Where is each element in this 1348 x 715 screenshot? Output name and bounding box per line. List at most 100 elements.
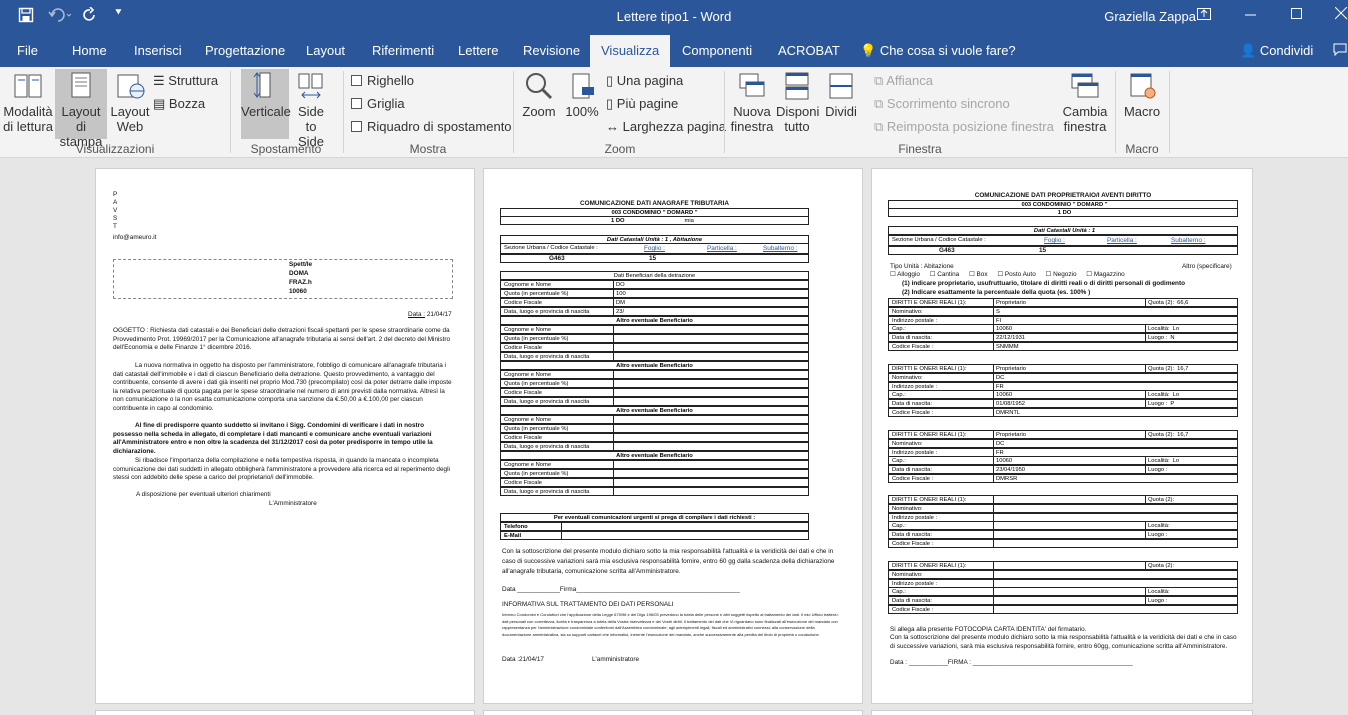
field-value[interactable] (613, 353, 616, 361)
user-name[interactable]: Graziella Zappa (1104, 9, 1196, 24)
close-icon[interactable] (1334, 6, 1348, 23)
web-layout-button[interactable]: Layout Web (108, 71, 152, 139)
tab-mailings[interactable]: Lettere (458, 43, 498, 58)
owner-field-value[interactable] (993, 522, 996, 531)
owner-field-value[interactable]: Proprietario (993, 365, 1026, 373)
owner-field-value[interactable]: 66,6 (1177, 300, 1188, 306)
page-1[interactable]: PAVST info@ameuro.it Spett/le DOMA FRAZ.… (95, 168, 475, 704)
type-option-negozio[interactable]: ☐ Negozio (1046, 271, 1077, 278)
owner-field-value[interactable]: 10060 (993, 457, 1012, 466)
owner-field-value[interactable]: 10060 (993, 391, 1012, 400)
tab-addins[interactable]: Componenti (682, 43, 752, 58)
type-option-alloggio[interactable]: ☐ Alloggio (890, 271, 920, 278)
owner-field-value[interactable]: Proprietario (993, 431, 1026, 439)
owner-field-value[interactable] (993, 606, 996, 614)
page-2[interactable]: COMUNICAZIONE DATI ANAGRAFE TRIBUTARIA 0… (483, 168, 863, 704)
one-page-button[interactable]: ▯ Una pagina (606, 73, 683, 89)
type-option-other[interactable]: Altro (specificare) (1182, 263, 1232, 272)
arrange-all-button[interactable]: Disponi tutto (776, 71, 819, 139)
owner-field-value[interactable] (993, 504, 996, 513)
owner-field-value[interactable]: S (993, 307, 1000, 316)
tab-home[interactable]: Home (72, 43, 107, 58)
owner-field-value[interactable]: Lo (1173, 458, 1179, 464)
owner-field-value[interactable] (993, 531, 996, 540)
share-button[interactable]: 👤 Condividi (1240, 43, 1313, 59)
owner-field-value[interactable]: SNMMM (993, 343, 1019, 351)
zoom-button[interactable]: Zoom (519, 71, 559, 139)
page-3[interactable]: COMUNICAZIONE DATI PROPRIETRAIO/I AVENTI… (871, 168, 1253, 704)
owner-field-value[interactable] (993, 579, 996, 588)
field-value[interactable] (613, 434, 616, 442)
owner-field-value[interactable] (993, 597, 996, 606)
field-value[interactable] (613, 389, 616, 397)
tab-view[interactable]: Visualizza (590, 35, 671, 67)
tab-insert[interactable]: Inserisci (134, 43, 182, 58)
side-to-side-button[interactable]: Side to Side (291, 71, 331, 149)
reset-window-button[interactable]: ⧉ Reimposta posizione finestra (874, 119, 1054, 135)
switch-windows-button[interactable]: Cambia finestra (1058, 71, 1112, 139)
zoom-100-button[interactable]: 100% (562, 71, 602, 139)
owner-field-value[interactable]: Proprietario (993, 299, 1026, 307)
type-option-box[interactable]: ☐ Box (969, 271, 988, 278)
document-area[interactable]: PAVST info@ameuro.it Spett/le DOMA FRAZ.… (0, 158, 1348, 715)
owner-field-value[interactable] (993, 540, 996, 548)
print-layout-button[interactable]: Layout di stampa (55, 69, 107, 149)
ruler-checkbox[interactable]: Righello (351, 73, 414, 88)
type-option-cantina[interactable]: ☐ Cantina (930, 271, 960, 278)
minimize-icon[interactable] (1245, 7, 1257, 23)
ribbon-display-options-icon[interactable] (1197, 7, 1211, 23)
read-mode-button[interactable]: Modalità di lettura (2, 71, 54, 139)
owner-field-value[interactable]: 22/12/1931 (993, 334, 1025, 343)
field-value[interactable]: 100 (613, 290, 626, 298)
macros-button[interactable]: Macro (1120, 71, 1164, 139)
type-option-magazzino[interactable]: ☐ Magazzino (1086, 271, 1124, 278)
comments-icon[interactable] (1333, 43, 1347, 59)
owner-field-value[interactable]: FR (993, 448, 1004, 457)
owner-field-value[interactable]: FI (993, 316, 1001, 325)
owner-field-value[interactable]: 16,7 (1177, 366, 1188, 372)
email-value[interactable] (561, 532, 564, 540)
tab-acrobat[interactable]: ACROBAT (778, 43, 840, 58)
outline-button[interactable]: ☰ Struttura (153, 73, 218, 89)
owner-field-value[interactable]: Lo (1173, 392, 1179, 398)
field-value[interactable] (613, 371, 616, 379)
page-width-button[interactable]: ↔ Larghezza pagina (606, 119, 726, 134)
tab-design[interactable]: Progettazione (205, 43, 285, 58)
vertical-button[interactable]: Verticale (241, 69, 291, 139)
tab-layout[interactable]: Layout (306, 43, 345, 58)
owner-field-value[interactable] (993, 570, 996, 579)
draft-button[interactable]: ▤ Bozza (153, 96, 205, 112)
owner-field-value[interactable]: DMRSR (993, 475, 1017, 483)
field-value[interactable] (613, 488, 616, 496)
owner-field-value[interactable] (993, 588, 996, 597)
field-value[interactable] (613, 416, 616, 424)
field-value[interactable]: DO (613, 281, 625, 289)
owner-field-value[interactable]: FR (993, 382, 1004, 391)
owner-field-value[interactable]: DMRNTL (993, 409, 1020, 417)
field-value[interactable] (613, 470, 616, 478)
owner-field-value[interactable]: 01/08/1952 (993, 400, 1025, 409)
owner-field-value[interactable]: DC (993, 439, 1004, 448)
multiple-pages-button[interactable]: ▯ Più pagine (606, 96, 678, 112)
owner-field-value[interactable] (993, 562, 996, 570)
owner-field-value[interactable]: N (1170, 335, 1174, 341)
owner-field-value[interactable]: P (1170, 401, 1174, 407)
field-value[interactable] (613, 380, 616, 388)
new-window-button[interactable]: Nuova finestra (729, 71, 775, 139)
field-value[interactable] (613, 461, 616, 469)
field-value[interactable] (613, 344, 616, 352)
split-button[interactable]: Dividi (821, 71, 861, 139)
field-value[interactable]: DM (613, 299, 625, 307)
owner-field-value[interactable]: 10060 (993, 325, 1012, 334)
owner-field-value[interactable] (993, 513, 996, 522)
field-value[interactable] (613, 398, 616, 406)
owner-field-value[interactable]: 23/04/1950 (993, 466, 1025, 475)
field-value[interactable] (613, 335, 616, 343)
sync-scroll-button[interactable]: ⧉ Scorrimento sincrono (874, 96, 1010, 112)
grid-checkbox[interactable]: Griglia (351, 96, 405, 111)
field-value[interactable] (613, 443, 616, 451)
owner-field-value[interactable]: 16,7 (1177, 432, 1188, 438)
maximize-icon[interactable] (1291, 7, 1303, 23)
owner-field-value[interactable] (993, 496, 996, 504)
tab-file[interactable]: File (17, 43, 38, 58)
